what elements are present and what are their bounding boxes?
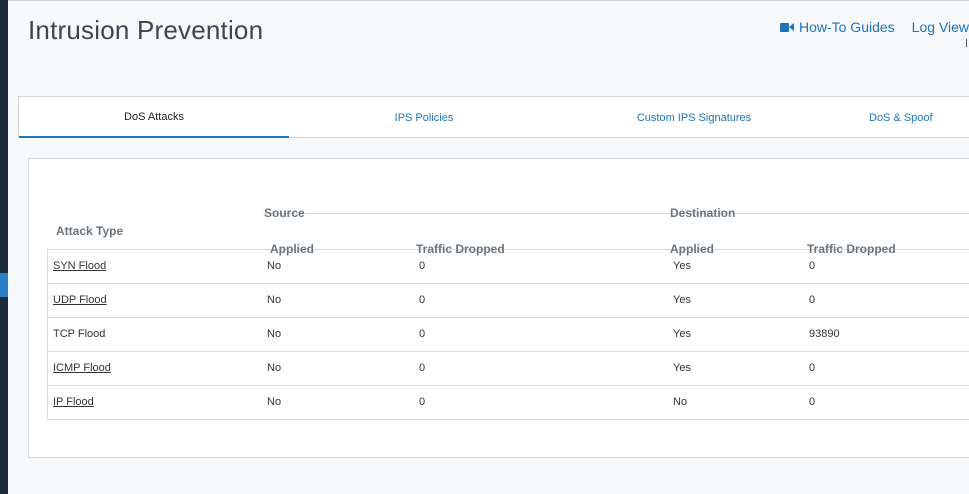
log-view-label: Log View (911, 19, 969, 35)
table-row: SYN Flood No 0 Yes 0 (47, 249, 969, 283)
header-divider (263, 213, 969, 214)
table-row: TCP Flood No 0 Yes 93890 (47, 317, 969, 351)
table-row: ICMP Flood No 0 Yes 0 (47, 351, 969, 385)
source-dropped-cell: 0 (419, 294, 426, 306)
tab-label: DoS Attacks (124, 110, 184, 123)
sidebar-active-indicator (0, 273, 8, 297)
page-title: Intrusion Prevention (28, 15, 264, 45)
attack-link[interactable]: ICMP Flood (53, 362, 111, 374)
attack-link[interactable]: IP Flood (53, 396, 94, 408)
source-dropped-cell: 0 (419, 396, 426, 408)
attack-link[interactable]: SYN Flood (53, 260, 106, 272)
log-view-divider (966, 39, 967, 47)
table-row: UDP Flood No 0 Yes 0 (47, 283, 969, 317)
tab-ips-policies[interactable]: IPS Policies (289, 97, 559, 138)
destination-applied-cell: No (673, 396, 688, 408)
attack-type-header: Attack Type (56, 224, 124, 238)
sidebar-strip (0, 0, 8, 494)
source-dropped-cell: 0 (419, 260, 426, 272)
destination-dropped-cell: 0 (809, 362, 816, 374)
source-applied-cell: No (267, 294, 282, 306)
video-camera-icon (779, 22, 794, 32)
destination-applied-cell: Yes (673, 294, 691, 306)
source-applied-cell: No (267, 362, 282, 374)
log-view-link[interactable]: Log View (912, 19, 969, 35)
source-applied-cell: No (267, 260, 282, 272)
source-applied-cell: No (267, 328, 282, 340)
how-to-guides-link[interactable]: How-To Guides (779, 19, 895, 35)
attack-name: TCP Flood (53, 328, 106, 340)
destination-applied-cell: Yes (673, 260, 691, 272)
destination-dropped-cell: 0 (809, 260, 816, 272)
top-links: How-To Guides Log View (779, 19, 969, 35)
table-row: IP Flood No 0 No 0 (47, 385, 969, 419)
how-to-guides-label: How-To Guides (798, 19, 895, 35)
source-dropped-cell: 0 (419, 362, 426, 374)
tab-bar: DoS Attacks IPS Policies Custom IPS Sign… (18, 96, 969, 138)
source-header: Source (264, 206, 305, 220)
tab-label: DoS & Spoof (869, 111, 933, 124)
tab-label: IPS Policies (394, 111, 454, 124)
source-applied-cell: No (267, 396, 282, 408)
source-dropped-cell: 0 (419, 328, 426, 340)
destination-dropped-cell: 93890 (809, 328, 840, 340)
tab-dos-spoof[interactable]: DoS & Spoof (869, 97, 969, 138)
destination-applied-cell: Yes (673, 328, 691, 340)
dos-attacks-panel: Attack Type Source Destination Applied T… (28, 158, 969, 458)
destination-dropped-cell: 0 (809, 294, 816, 306)
attack-link[interactable]: UDP Flood (53, 294, 107, 306)
tab-dos-attacks[interactable]: DoS Attacks (19, 97, 289, 138)
main-content: Intrusion Prevention How-To Guides Log V… (8, 0, 969, 494)
tab-label: Custom IPS Signatures (636, 111, 752, 124)
table-bottom-line (47, 419, 969, 420)
destination-dropped-cell: 0 (809, 396, 816, 408)
tab-custom-ips-signatures[interactable]: Custom IPS Signatures (559, 97, 829, 138)
destination-applied-cell: Yes (673, 362, 691, 374)
destination-header: Destination (670, 206, 736, 220)
